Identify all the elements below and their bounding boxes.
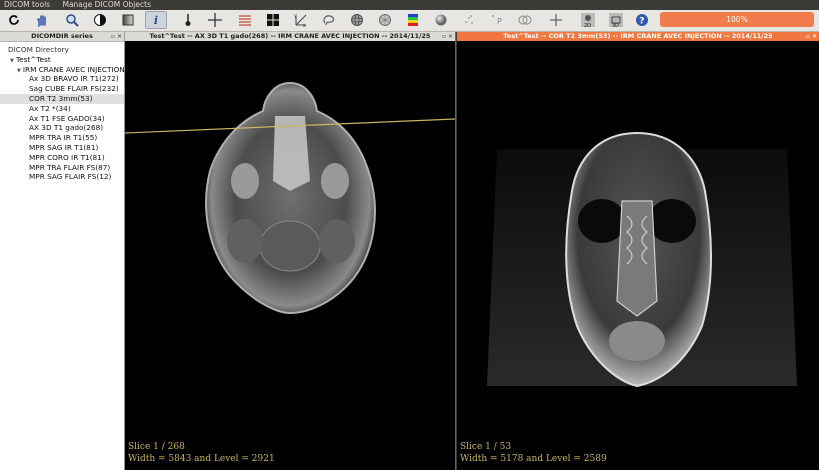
- viewer-title: Test^Test -- COR T2 3mm(53) -- IRM CRANE…: [457, 32, 819, 41]
- series-item[interactable]: Sag CUBE FLAIR FS(232): [0, 84, 124, 94]
- viewer-title-text: Test^Test -- COR T2 3mm(53) -- IRM CRANE…: [503, 32, 773, 40]
- viewer-title: Test^Test -- AX 3D T1 gado(268) -- IRM C…: [125, 32, 455, 41]
- view-3d-label: 3D: [612, 23, 619, 28]
- progress-label: 100%: [726, 15, 748, 24]
- coronal-image[interactable]: [457, 41, 819, 470]
- panel-float-close-icon[interactable]: ▫ ×: [111, 32, 122, 41]
- dicom-directory-label: DICOM Directory: [8, 45, 69, 54]
- axial-image[interactable]: [125, 41, 455, 470]
- mesh-icon[interactable]: [374, 11, 396, 29]
- viewer-coronal[interactable]: Test^Test -- COR T2 3mm(53) -- IRM CRANE…: [457, 32, 819, 470]
- app-menu[interactable]: DICOM tools: [4, 0, 50, 9]
- series-item[interactable]: MPR SAG FLAIR FS(12): [0, 172, 124, 182]
- refresh-icon[interactable]: [3, 11, 25, 29]
- series-item[interactable]: MPR TRA FLAIR FS(87): [0, 163, 124, 173]
- colormap-icon[interactable]: [402, 11, 424, 29]
- lasso-icon[interactable]: [318, 11, 340, 29]
- plus-icon[interactable]: [545, 11, 567, 29]
- help-icon[interactable]: ?: [631, 11, 653, 29]
- hand-icon[interactable]: [31, 11, 53, 29]
- manage-dicom-menu[interactable]: Manage DICOM Objects: [62, 0, 151, 9]
- svg-text:x: x: [303, 23, 306, 28]
- window-level-overlay: Width = 5178 and Level = 2589: [460, 454, 607, 464]
- viewer-float-close-icon[interactable]: ▫ ×: [806, 32, 817, 41]
- series-item[interactable]: MPR CORO IR T1(81): [0, 153, 124, 163]
- point-p-icon[interactable]: P: [486, 11, 508, 29]
- grid-icon[interactable]: [262, 11, 284, 29]
- viewer-title-text: Test^Test -- AX 3D T1 gado(268) -- IRM C…: [149, 32, 431, 40]
- info-icon[interactable]: i: [145, 11, 167, 29]
- svg-text:P: P: [497, 17, 502, 26]
- series-item[interactable]: Ax 3D BRAVO IR T1(272): [0, 74, 124, 84]
- expand-triangle-icon[interactable]: ▼: [17, 68, 21, 74]
- points-icon[interactable]: [458, 11, 480, 29]
- view-3d-icon[interactable]: 3D: [605, 11, 627, 29]
- slice-overlay: Slice 1 / 268: [128, 442, 185, 452]
- probe-icon[interactable]: [177, 11, 199, 29]
- study-label: IRM CRANE AVEC INJECTION: [22, 64, 125, 74]
- series-item[interactable]: MPR TRA IR T1(55): [0, 133, 124, 143]
- viewer-float-close-icon[interactable]: ▫ ×: [442, 32, 453, 41]
- panel-title: DICOMDIR series ▫ ×: [0, 32, 124, 42]
- series-item[interactable]: AX 3D T1 gado(268): [0, 123, 124, 133]
- dicomdir-series-panel: DICOMDIR series ▫ × DICOM Directory ▼ Tes…: [0, 32, 125, 470]
- help-label: ?: [639, 17, 644, 27]
- shade-icon[interactable]: [430, 11, 452, 29]
- crosshair-icon[interactable]: [204, 11, 226, 29]
- series-item[interactable]: Ax T1 FSE GADO(34): [0, 114, 124, 124]
- tree-study[interactable]: ▼ IRM CRANE AVEC INJECTION: [0, 64, 125, 75]
- tree-patient[interactable]: ▼ Test^Test: [0, 55, 124, 65]
- view-2d-label: 2D: [584, 23, 591, 28]
- series-item[interactable]: Ax T2 *(34): [0, 104, 124, 114]
- sphere-icon[interactable]: [346, 11, 368, 29]
- rings-icon[interactable]: [514, 11, 536, 29]
- series-item[interactable]: MPR SAG IR T1(81): [0, 143, 124, 153]
- zoom-icon[interactable]: [61, 11, 83, 29]
- contrast-icon[interactable]: [89, 11, 111, 29]
- slice-overlay: Slice 1 / 53: [460, 442, 512, 452]
- view-2d-icon[interactable]: 2D: [577, 11, 599, 29]
- patient-label: Test^Test: [15, 54, 51, 64]
- toolbar: i xy P 2D 3D ? 100%: [0, 10, 819, 32]
- menubar: DICOM tools Manage DICOM Objects: [0, 0, 819, 10]
- window-level-overlay: Width = 5843 and Level = 2921: [128, 454, 275, 464]
- svg-text:y: y: [294, 13, 297, 19]
- viewer-axial[interactable]: Test^Test -- AX 3D T1 gado(268) -- IRM C…: [125, 32, 456, 470]
- series-item[interactable]: COR T2 3mm(53): [0, 93, 124, 104]
- axes-icon[interactable]: xy: [290, 11, 312, 29]
- window-level-icon[interactable]: [117, 11, 139, 29]
- panel-title-text: DICOMDIR series: [31, 32, 93, 40]
- progress-bar: 100%: [660, 12, 814, 27]
- series-tree: DICOM Directory ▼ Test^Test ▼ IRM CRANE AV…: [0, 42, 125, 181]
- lines-icon[interactable]: [234, 11, 256, 29]
- expand-triangle-icon[interactable]: ▼: [10, 58, 14, 64]
